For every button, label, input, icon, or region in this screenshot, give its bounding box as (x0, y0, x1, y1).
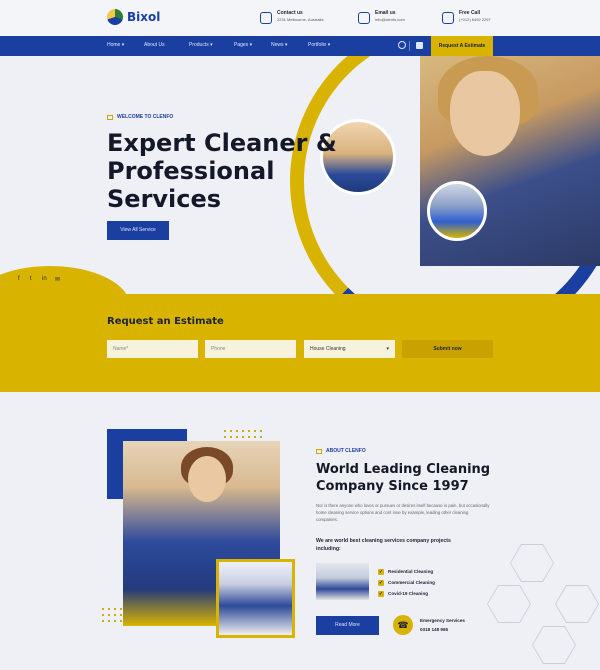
eyebrow-text: ABOUT CLENFO (326, 448, 366, 454)
email-label: Email us (375, 10, 396, 16)
about-eyebrow: ABOUT CLENFO (316, 448, 366, 454)
hero-eyebrow: WELCOME TO CLENFO (107, 114, 173, 120)
nav-item-news[interactable]: News ▾ (271, 42, 287, 48)
nav-label: Pages (234, 42, 249, 48)
nav-label: Home (107, 42, 121, 48)
logo-text: Bixol (127, 10, 161, 24)
service-select-value: House Cleaning (310, 346, 346, 352)
hero-title: Expert Cleaner & Professional Services (107, 129, 337, 213)
hexagon-decoration (555, 585, 599, 623)
mail-icon[interactable]: ✉ (55, 276, 60, 283)
chevron-down-icon: ▾ (386, 346, 389, 352)
photo-face (188, 456, 226, 502)
main-nav: Home ▾ About Us Products ▾ Pages ▾ News … (0, 36, 600, 56)
nav-item-home[interactable]: Home ▾ (107, 42, 124, 48)
services-list: ✓ Residential Cleaning ✓ Commercial Cleani… (378, 566, 435, 599)
list-item: ✓ Residential Cleaning (378, 566, 435, 577)
about-section: ABOUT CLENFO World Leading Cleaning Comp… (0, 392, 600, 670)
check-icon: ✓ (378, 590, 384, 597)
phone-value: (+012) 6492 2297 (459, 17, 491, 22)
location-icon (260, 12, 272, 24)
contact-value: 2231 Melbourne, Australia (277, 17, 324, 22)
check-icon: ✓ (378, 579, 384, 586)
contact-phone[interactable]: Free Call (+012) 6492 2297 (442, 10, 491, 24)
about-small-photo (216, 559, 295, 638)
phone-label: Free Call (459, 10, 481, 16)
about-thumbnail (316, 563, 369, 600)
hexagon-decoration (532, 626, 576, 664)
view-all-service-button[interactable]: View All Service (107, 221, 169, 240)
email-value: info@clenfo.com (375, 17, 405, 22)
estimate-section: Request an Estimate Name* Phone House Cl… (0, 294, 600, 392)
eyebrow-icon (107, 114, 113, 120)
phone-input[interactable]: Phone (205, 340, 296, 358)
contact-address: Contact us 2231 Melbourne, Australia (260, 10, 323, 24)
list-item-label: Residential Cleaning (388, 569, 434, 574)
about-subheading: We are world best cleaning services comp… (316, 538, 451, 552)
logo[interactable]: Bixol (107, 9, 160, 25)
linkedin-icon[interactable]: in (42, 276, 47, 282)
hero-section: WELCOME TO CLENFO Expert Cleaner & Profe… (0, 56, 600, 294)
hero-circle-photo-small (427, 181, 487, 241)
cart-icon[interactable] (416, 42, 423, 49)
list-item: ✓ Covid-19 Cleaning (378, 588, 435, 599)
submit-button[interactable]: Submit now (402, 340, 493, 358)
facebook-icon[interactable]: f (18, 276, 20, 282)
list-item: ✓ Commercial Cleaning (378, 577, 435, 588)
about-description: Nor is there anyone who loves or pursues… (316, 503, 490, 522)
contact-label: Contact us (277, 10, 303, 16)
nav-divider (409, 41, 410, 51)
search-icon[interactable] (398, 41, 406, 49)
nav-label: News (271, 42, 284, 48)
emergency-label: Emergency Services (420, 618, 465, 623)
request-estimate-button[interactable]: Request A Estimate (431, 36, 493, 56)
twitter-icon[interactable]: t (30, 276, 32, 282)
top-bar: Bixol Contact us 2231 Melbourne, Austral… (0, 0, 600, 36)
hexagon-decoration (487, 585, 531, 623)
nav-item-about[interactable]: About Us (144, 42, 165, 48)
logo-icon (107, 9, 123, 25)
read-more-button[interactable]: Read More (316, 616, 379, 635)
check-icon: ✓ (378, 568, 384, 575)
contact-email[interactable]: Email us info@clenfo.com (358, 10, 405, 24)
emergency-number[interactable]: 0318 148 965 (420, 627, 448, 632)
nav-label: Portfolio (308, 42, 327, 48)
hexagon-decoration (510, 544, 554, 582)
list-item-label: Covid-19 Cleaning (388, 591, 429, 596)
nav-label: Products (189, 42, 209, 48)
phone-icon[interactable]: ☎ (393, 615, 413, 635)
service-select[interactable]: House Cleaning ▾ (304, 340, 395, 358)
nav-item-portfolio[interactable]: Portfolio ▾ (308, 42, 330, 48)
eyebrow-text: WELCOME TO CLENFO (117, 114, 174, 120)
about-title: World Leading Cleaning Company Since 199… (316, 462, 491, 494)
list-item-label: Commercial Cleaning (388, 580, 435, 585)
mail-icon (358, 12, 370, 24)
photo-face (450, 71, 520, 156)
phone-icon (442, 12, 454, 24)
estimate-title: Request an Estimate (107, 316, 224, 327)
eyebrow-icon (316, 448, 322, 454)
nav-item-pages[interactable]: Pages ▾ (234, 42, 252, 48)
name-input[interactable]: Name* (107, 340, 198, 358)
nav-item-products[interactable]: Products ▾ (189, 42, 213, 48)
